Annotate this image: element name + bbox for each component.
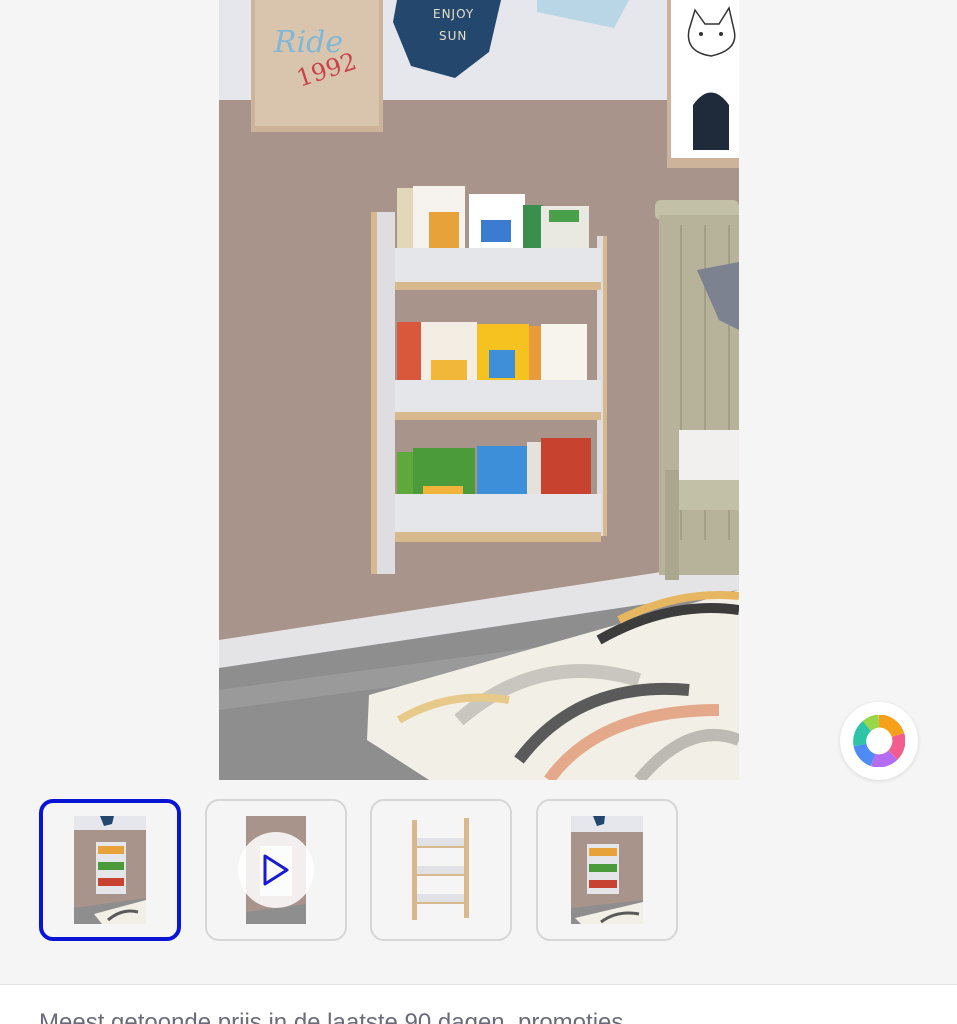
thumbnail-3[interactable] — [370, 799, 512, 941]
thumbnail-2-video[interactable] — [205, 799, 347, 941]
thumbnail-1[interactable] — [39, 799, 181, 941]
main-product-image[interactable]: Ride 1992 ENJOY SUN — [219, 0, 739, 780]
thumbnail-image — [74, 816, 146, 924]
hexagon-text-2: SUN — [439, 29, 467, 43]
thumbnail-4[interactable] — [536, 799, 678, 941]
color-wheel-icon — [853, 715, 905, 767]
product-gallery: Ride 1992 ENJOY SUN — [0, 0, 957, 984]
color-options-button[interactable] — [840, 702, 918, 780]
thumbnail-image — [408, 816, 474, 924]
thumbnail-image — [571, 816, 643, 924]
product-info: Meest getoonde prijs in de laatste 90 da… — [0, 985, 957, 1024]
play-button[interactable] — [238, 832, 314, 908]
hexagon-text-1: ENJOY — [433, 7, 474, 21]
play-icon — [263, 854, 289, 886]
lowest-price-note: Meest getoonde prijs in de laatste 90 da… — [39, 1009, 624, 1024]
